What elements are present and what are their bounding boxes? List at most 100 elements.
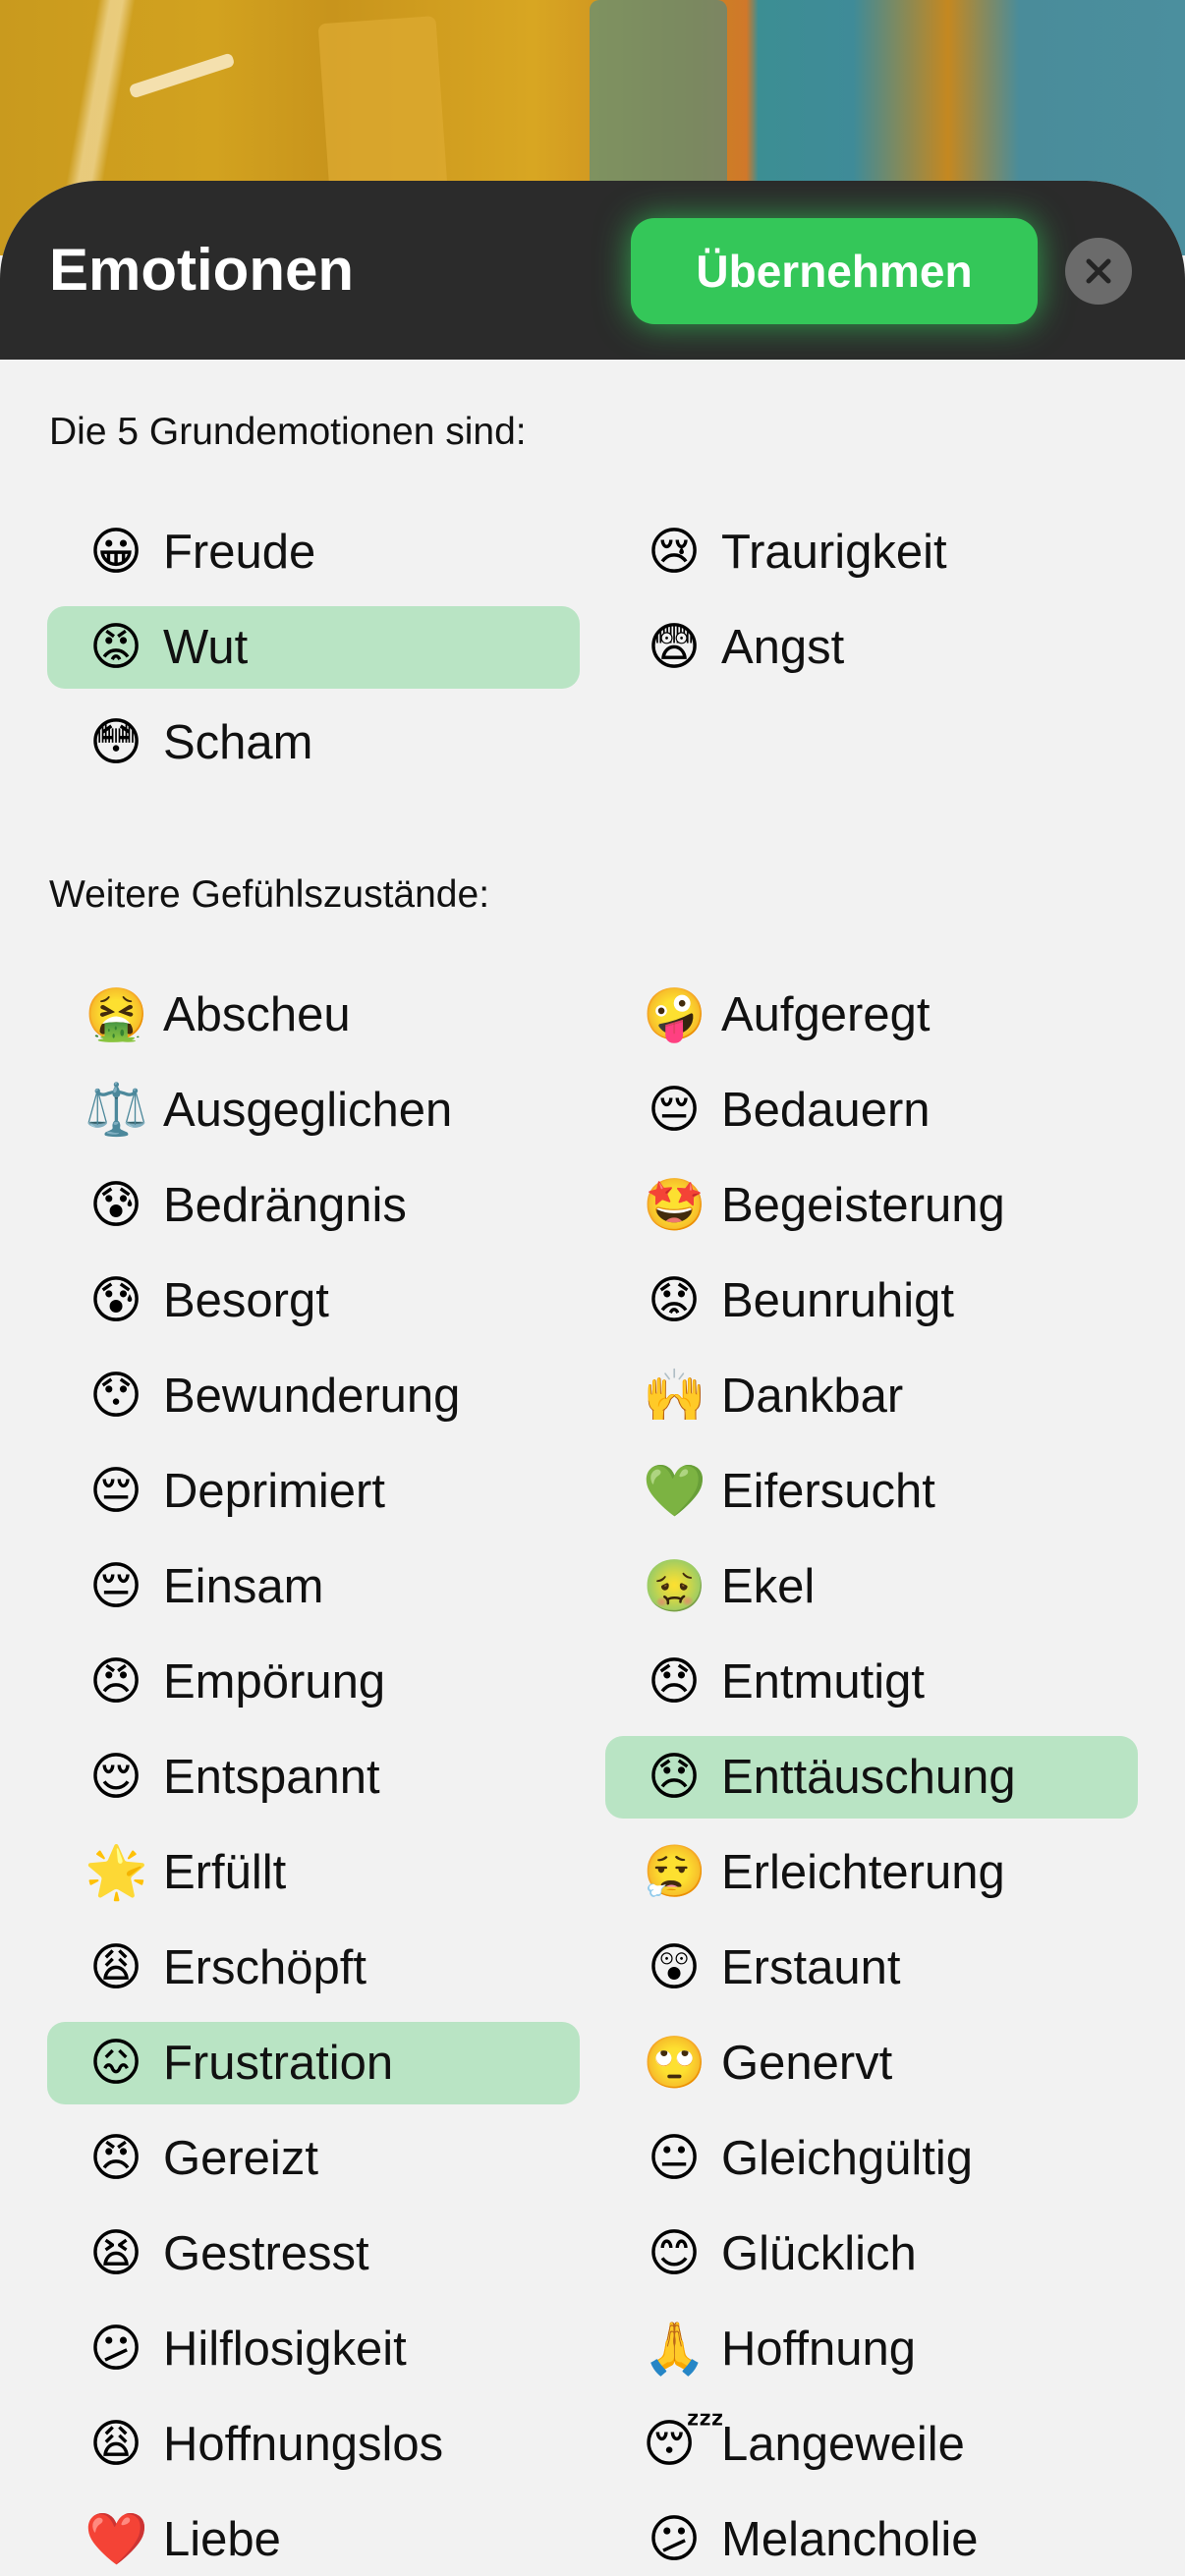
close-button[interactable] [1065, 238, 1132, 305]
emotion-option[interactable]: 😕 Hilflosigkeit [47, 2308, 580, 2390]
emotion-label: Gereizt [163, 2132, 318, 2185]
emotion-label: Gleichgültig [721, 2132, 974, 2185]
emotion-emoji-icon: 🌟 [85, 1844, 148, 1901]
emotion-option[interactable]: 😮‍💨 Erleichterung [605, 1831, 1138, 1914]
emotion-option[interactable]: 😩 Hoffnungslos [47, 2403, 580, 2486]
emotion-emoji-icon: 😟 [647, 1272, 702, 1329]
emotion-option[interactable]: 😲 Erstaunt [605, 1927, 1138, 2009]
emotion-label: Bedauern [721, 1084, 931, 1137]
sheet-header: Emotionen Übernehmen [0, 181, 1185, 360]
emotion-option[interactable]: ⚖️ Ausgeglichen [47, 1069, 580, 1151]
emotion-emoji-icon: 🤮 [85, 986, 148, 1043]
emotion-emoji-icon: 😩 [88, 1939, 143, 1996]
emotion-label: Traurigkeit [721, 526, 947, 579]
emotion-emoji-icon: 😊 [647, 2225, 702, 2282]
emotion-emoji-icon: 😠 [88, 1653, 143, 1710]
emotion-emoji-icon: 😐 [647, 2130, 702, 2187]
emotion-option[interactable]: 😕 Melancholie [605, 2498, 1138, 2576]
emotion-label: Empörung [163, 1655, 386, 1708]
emotion-option[interactable]: ❤️ Liebe [47, 2498, 580, 2576]
emotion-emoji-icon: 🙄 [643, 2035, 706, 2092]
emotion-emoji-icon: 🤪 [643, 986, 706, 1043]
emotion-label: Ekel [721, 1560, 816, 1613]
basic-emotions-grid: 😀 Freude 😢 Traurigkeit 😡 Wut 😨 Angst 😳 Scham [47, 511, 1138, 784]
emotion-emoji-icon: 🙌 [643, 1368, 706, 1425]
emotion-label: Entspannt [163, 1751, 380, 1804]
emotion-label: Glücklich [721, 2227, 917, 2280]
emotion-label: Frustration [163, 2037, 394, 2090]
emotion-option[interactable]: 🙏 Hoffnung [605, 2308, 1138, 2390]
emotion-label: Ausgeglichen [163, 1084, 453, 1137]
emotion-option[interactable]: 🤢 Ekel [605, 1545, 1138, 1628]
emotion-option[interactable]: 🤪 Aufgeregt [605, 974, 1138, 1056]
emotion-option[interactable]: 💚 Eifersucht [605, 1450, 1138, 1533]
emotion-emoji-icon: 😌 [88, 1749, 143, 1806]
emotion-label: Freude [163, 526, 316, 579]
emotion-label: Hoffnungslos [163, 2418, 444, 2471]
emotion-emoji-icon: 😕 [88, 2321, 143, 2378]
paint-streak [128, 52, 236, 99]
emotion-option[interactable]: 🌟 Erfüllt [47, 1831, 580, 1914]
emotion-label: Erstaunt [721, 1941, 901, 1994]
emotion-emoji-icon: 😖 [88, 2035, 143, 2092]
emotion-label: Enttäuschung [721, 1751, 1016, 1804]
emotion-option[interactable]: 😯 Bewunderung [47, 1355, 580, 1437]
more-emotions-grid: 🤮 Abscheu 🤪 Aufgeregt ⚖️ Ausgeglichen 😔 Bedauer… [47, 974, 1138, 2576]
emotion-emoji-icon: 😀 [88, 524, 143, 581]
emotion-emoji-icon: 😯 [88, 1368, 143, 1425]
emotion-option[interactable]: 😠 Gereizt [47, 2117, 580, 2200]
emotion-label: Eifersucht [721, 1465, 935, 1518]
emotion-option[interactable]: 😔 Bedauern [605, 1069, 1138, 1151]
emotion-label: Melancholie [721, 2513, 979, 2566]
emotion-label: Dankbar [721, 1370, 904, 1423]
emotion-emoji-icon: 😰 [88, 1177, 143, 1234]
emotion-option[interactable]: 😴 Langeweile [605, 2403, 1138, 2486]
emotion-option[interactable]: 🤮 Abscheu [47, 974, 580, 1056]
emotion-emoji-icon: 😠 [88, 2130, 143, 2187]
emotion-emoji-icon: 😔 [88, 1463, 143, 1520]
emotion-emoji-icon: 😮‍💨 [643, 1844, 706, 1901]
emotion-emoji-icon: 😫 [88, 2225, 143, 2282]
emotion-option[interactable]: 🤩 Begeisterung [605, 1164, 1138, 1247]
emotion-sheet: Emotionen Übernehmen Die 5 Grundemotione… [0, 181, 1185, 2576]
emotion-option[interactable]: 😩 Erschöpft [47, 1927, 580, 2009]
sheet-title: Emotionen [49, 237, 354, 303]
emotion-label: Hoffnung [721, 2323, 916, 2376]
emotion-option[interactable]: 😌 Entspannt [47, 1736, 580, 1819]
emotion-option[interactable]: 😖 Frustration [47, 2022, 580, 2104]
emotion-option[interactable]: 😢 Traurigkeit [605, 511, 1138, 593]
emotion-option[interactable]: 😞 Enttäuschung [605, 1736, 1138, 1819]
emotion-emoji-icon: 😨 [647, 619, 702, 676]
emotion-label: Erleichterung [721, 1846, 1005, 1899]
emotion-option[interactable]: 😐 Gleichgültig [605, 2117, 1138, 2200]
emotion-option[interactable]: 😞 Entmutigt [605, 1641, 1138, 1723]
emotion-option[interactable]: 😰 Besorgt [47, 1260, 580, 1342]
emotion-option[interactable]: 😫 Gestresst [47, 2212, 580, 2295]
emotion-option[interactable]: 😟 Beunruhigt [605, 1260, 1138, 1342]
emotion-option[interactable]: 😊 Glücklich [605, 2212, 1138, 2295]
emotion-label: Scham [163, 716, 313, 769]
emotion-emoji-icon: ⚖️ [85, 1082, 148, 1139]
emotion-label: Bedrängnis [163, 1179, 407, 1232]
emotion-label: Abscheu [163, 988, 351, 1041]
more-emotions-heading: Weitere Gefühlszustände: [49, 873, 490, 916]
emotion-option[interactable]: 🙌 Dankbar [605, 1355, 1138, 1437]
emotion-label: Begeisterung [721, 1179, 1005, 1232]
emotion-label: Angst [721, 621, 845, 674]
emotion-emoji-icon: 😴 [643, 2416, 725, 2473]
emotion-option[interactable]: 😠 Empörung [47, 1641, 580, 1723]
emotion-option[interactable]: 😔 Einsam [47, 1545, 580, 1628]
emotion-emoji-icon: 😢 [647, 524, 702, 581]
emotion-option[interactable]: 😨 Angst [605, 606, 1138, 689]
emotion-option[interactable]: 😡 Wut [47, 606, 580, 689]
emotion-option[interactable]: 🙄 Genervt [605, 2022, 1138, 2104]
emotion-emoji-icon: 😔 [647, 1082, 702, 1139]
emotion-option[interactable]: 😀 Freude [47, 511, 580, 593]
emotion-option[interactable]: 😰 Bedrängnis [47, 1164, 580, 1247]
emotion-label: Deprimiert [163, 1465, 385, 1518]
emotion-label: Langeweile [721, 2418, 965, 2471]
emotion-option[interactable]: 😳 Scham [47, 701, 580, 784]
emotion-option[interactable]: 😔 Deprimiert [47, 1450, 580, 1533]
emotion-label: Beunruhigt [721, 1274, 955, 1327]
apply-button[interactable]: Übernehmen [631, 218, 1038, 324]
